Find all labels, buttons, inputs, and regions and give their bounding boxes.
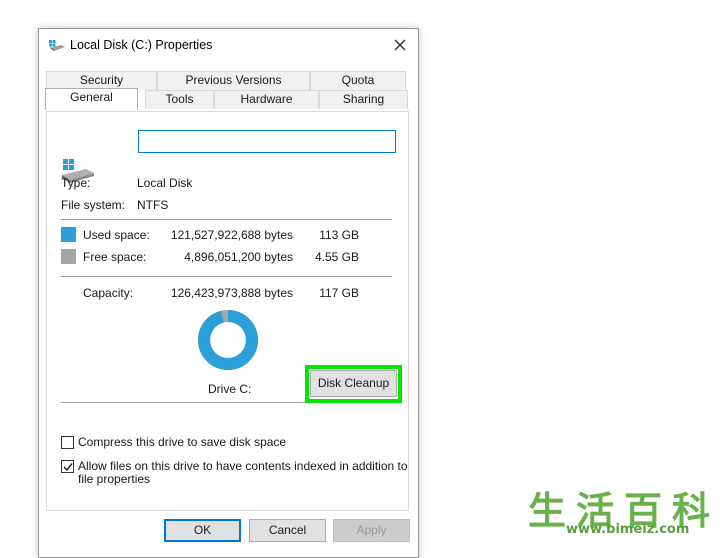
free-space-bytes: 4,896,051,200 bytes: [184, 250, 293, 264]
tab-tools[interactable]: Tools: [145, 90, 214, 109]
close-button[interactable]: [385, 31, 415, 59]
properties-dialog: Local Disk (C:) Properties Security Prev…: [38, 28, 419, 558]
drive-icon-small: [49, 40, 65, 51]
drive-name-input[interactable]: [138, 130, 396, 153]
used-space-swatch: [61, 227, 76, 242]
used-space-arc: [198, 310, 258, 370]
file-system-value: NTFS: [137, 198, 169, 212]
index-checkbox[interactable]: [61, 460, 74, 473]
watermark: 生活百科 www.bimeiz.com: [512, 478, 728, 546]
window-title: Local Disk (C:) Properties: [70, 38, 213, 52]
free-space-size: 4.55 GB: [314, 250, 359, 264]
disk-cleanup-highlight: [305, 365, 402, 403]
drive-label: Drive C:: [208, 382, 252, 396]
watermark-url: www.bimeiz.com: [566, 522, 690, 537]
compress-label: Compress this drive to save disk space: [78, 435, 287, 449]
tab-quota[interactable]: Quota: [310, 71, 406, 90]
tab-general[interactable]: General: [45, 88, 138, 110]
compress-checkbox[interactable]: [61, 436, 74, 449]
tab-sharing[interactable]: Sharing: [319, 90, 408, 109]
apply-button[interactable]: Apply: [333, 519, 410, 542]
type-label: Type:: [61, 176, 91, 190]
used-space-label: Used space:: [83, 228, 150, 242]
tab-previous-versions[interactable]: Previous Versions: [157, 71, 310, 90]
file-system-label: File system:: [61, 198, 126, 212]
divider: [61, 219, 392, 220]
divider: [61, 276, 392, 277]
free-space-label: Free space:: [83, 250, 147, 264]
checkmark-icon: [63, 463, 73, 472]
type-value: Local Disk: [137, 176, 193, 190]
capacity-size: 117 GB: [319, 286, 359, 300]
index-label-line2: file properties: [78, 472, 151, 486]
used-space-size: 113 GB: [319, 228, 359, 242]
title-bar: Local Disk (C:) Properties: [39, 29, 418, 61]
capacity-bytes: 126,423,973,888 bytes: [170, 286, 293, 300]
used-space-bytes: 121,527,922,688 bytes: [170, 228, 293, 242]
usage-donut-chart: [198, 310, 258, 370]
cancel-button[interactable]: Cancel: [249, 519, 326, 542]
free-space-swatch: [61, 249, 76, 264]
close-icon: [394, 39, 406, 51]
tab-hardware[interactable]: Hardware: [214, 90, 319, 109]
ok-button[interactable]: OK: [164, 519, 241, 542]
capacity-label: Capacity:: [83, 286, 134, 300]
